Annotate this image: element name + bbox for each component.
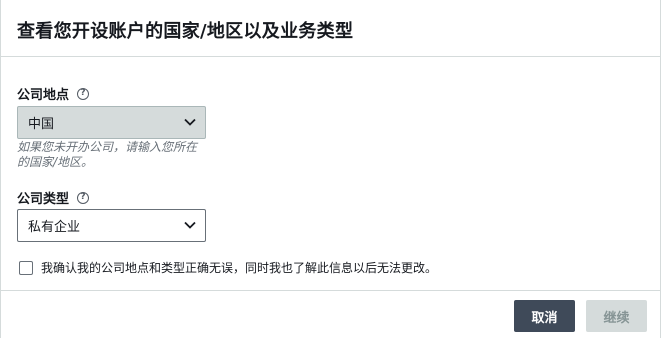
chevron-down-icon xyxy=(184,118,196,126)
dialog: 查看您开设账户的国家/地区以及业务类型 公司地点 ? 中国 如果您未开办公司，请… xyxy=(0,0,661,338)
confirm-row[interactable]: 我确认我的公司地点和类型正确无误，同时我也了解此信息以后无法更改。 xyxy=(19,259,437,276)
company-type-help-icon[interactable]: ? xyxy=(77,191,90,204)
cancel-button[interactable]: 取消 xyxy=(514,300,575,332)
location-hint: 如果您未开办公司，请输入您所在的国家/地区。 xyxy=(17,140,198,169)
chevron-down-icon xyxy=(184,221,196,229)
company-type-label: 公司类型 xyxy=(17,192,70,207)
company-type-selected-value: 私有企业 xyxy=(28,220,81,235)
location-label-row: 公司地点 ? xyxy=(17,84,90,103)
dialog-title: 查看您开设账户的国家/地区以及业务类型 xyxy=(17,21,354,42)
continue-button[interactable]: 继续 xyxy=(586,300,647,332)
confirm-text: 我确认我的公司地点和类型正确无误，同时我也了解此信息以后无法更改。 xyxy=(41,261,438,275)
dialog-header: 查看您开设账户的国家/地区以及业务类型 xyxy=(1,0,660,57)
location-selected-value: 中国 xyxy=(28,117,55,132)
company-type-label-row: 公司类型 ? xyxy=(17,188,90,207)
company-type-select[interactable]: 私有企业 xyxy=(17,209,206,242)
location-select[interactable]: 中国 xyxy=(17,106,206,139)
location-help-icon[interactable]: ? xyxy=(77,87,90,100)
location-label: 公司地点 xyxy=(17,88,70,103)
footer-divider xyxy=(1,290,660,291)
confirm-checkbox[interactable] xyxy=(19,260,33,275)
